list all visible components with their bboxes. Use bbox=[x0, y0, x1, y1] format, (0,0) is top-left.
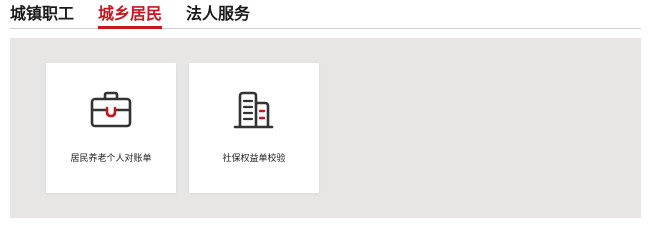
active-tab-underline bbox=[98, 26, 163, 29]
card-label: 居民养老个人对账单 bbox=[70, 154, 152, 164]
tab-label: 城镇职工 bbox=[10, 4, 75, 23]
service-panel: 居民养老个人对账单 社保权益单校验 bbox=[10, 38, 641, 218]
tab-bar: 城镇职工 城乡居民 法人服务 bbox=[10, 0, 641, 29]
tab-legal-entity-services[interactable]: 法人服务 bbox=[186, 3, 250, 25]
tab-urban-employees[interactable]: 城镇职工 bbox=[10, 3, 74, 25]
briefcase-icon bbox=[90, 91, 132, 128]
tab-label: 城乡居民 bbox=[98, 4, 163, 23]
tab-label: 法人服务 bbox=[186, 4, 251, 23]
card-label: 社保权益单校验 bbox=[222, 154, 286, 164]
card-resident-pension-statement[interactable]: 居民养老个人对账单 bbox=[46, 63, 176, 193]
buildings-icon bbox=[233, 91, 274, 129]
card-social-security-rights-verification[interactable]: 社保权益单校验 bbox=[189, 63, 319, 193]
tab-urban-rural-residents[interactable]: 城乡居民 bbox=[98, 3, 163, 29]
